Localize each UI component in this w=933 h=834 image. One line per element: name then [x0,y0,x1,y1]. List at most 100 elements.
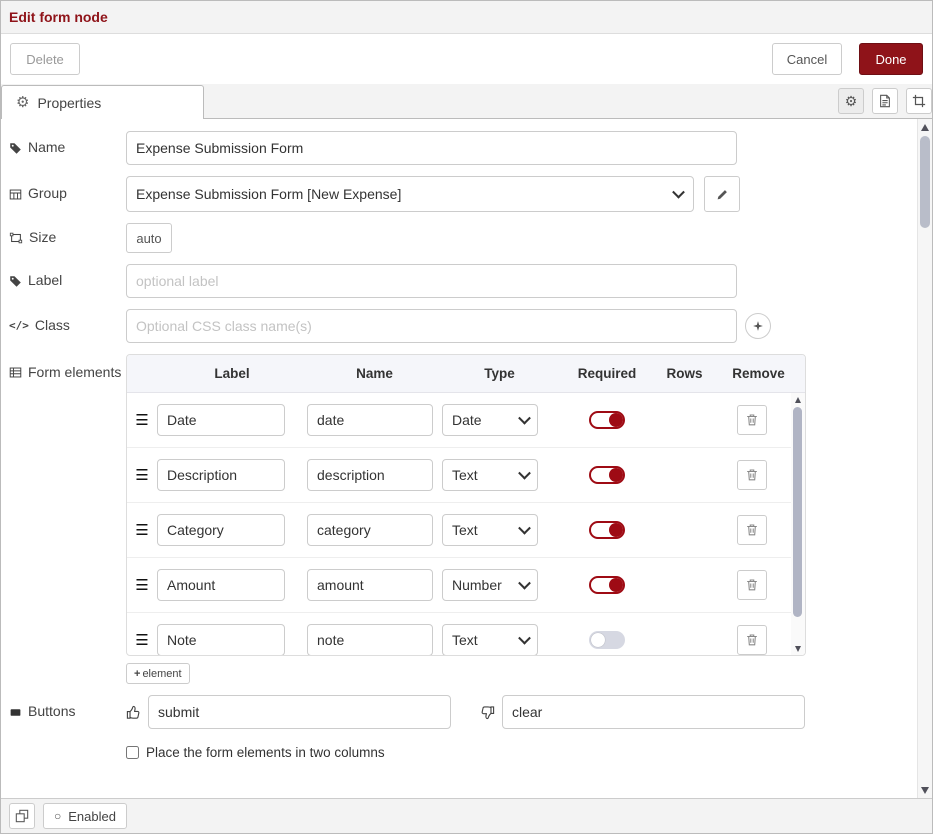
group-select[interactable]: Expense Submission Form [New Expense] [126,176,694,212]
arrow-up-icon [795,397,801,403]
drag-handle-icon[interactable]: ☰ [127,468,157,483]
tab-properties-label: Properties [37,95,101,111]
element-label-input[interactable] [157,624,285,655]
element-type-select[interactable]: Text [442,624,538,655]
node-appearance-button[interactable] [906,88,932,114]
clear-button-text-input[interactable] [502,695,805,729]
dialog-header: Edit form node [1,1,932,34]
arrow-down-icon [921,787,929,794]
tab-properties[interactable]: ⚙ Properties [1,85,204,119]
label-label-text: Label [28,272,62,290]
header-rows-col: Rows [657,366,712,381]
remove-element-button[interactable] [737,405,767,435]
field-row-label: Label [9,264,902,298]
group-edit-button[interactable] [704,176,740,212]
size-label: Size [9,229,126,247]
two-columns-checkbox-label[interactable]: Place the form elements in two columns [126,745,385,760]
element-name-input[interactable] [307,514,433,546]
trash-icon [745,633,759,647]
field-row-group: Group Expense Submission Form [New Expen… [9,176,902,212]
header-type-col: Type [442,366,557,381]
toolbar-right: Cancel Done [772,43,923,75]
table-rows-icon [9,366,22,379]
required-toggle[interactable] [589,521,625,539]
elements-scroll-up-button[interactable] [791,393,805,406]
drag-handle-icon[interactable]: ☰ [127,413,157,428]
done-button[interactable]: Done [859,43,923,75]
remove-element-button[interactable] [737,460,767,490]
thumbs-up-icon [126,705,141,720]
class-label: </> Class [9,317,126,335]
buttons-label: Buttons [9,703,126,721]
class-input[interactable] [126,309,737,343]
element-name-input[interactable] [307,459,433,491]
class-picker-button[interactable] [745,313,771,339]
required-toggle[interactable] [589,411,625,429]
label-input[interactable] [126,264,737,298]
remove-element-button[interactable] [737,625,767,655]
elements-scroll-down-button[interactable] [791,642,805,655]
element-label-input[interactable] [157,404,285,436]
size-button[interactable]: auto [126,223,172,253]
element-label-input[interactable] [157,459,285,491]
submit-button-text-input[interactable] [148,695,451,729]
element-label-input[interactable] [157,514,285,546]
add-element-button[interactable]: +element [126,663,190,684]
trash-icon [745,468,759,482]
element-type-select[interactable]: Number [442,569,538,601]
tab-bar: ⚙ Properties ⚙ [1,84,932,119]
tag-icon [9,275,22,288]
gear-icon: ⚙ [16,95,29,110]
scrollbar-thumb[interactable] [920,136,930,228]
element-name-input[interactable] [307,569,433,601]
code-icon: </> [9,319,29,333]
field-row-class: </> Class [9,309,902,343]
node-description-button[interactable] [872,88,898,114]
document-icon [878,94,892,108]
drag-handle-icon[interactable]: ☰ [127,523,157,538]
element-name-input[interactable] [307,624,433,655]
arrow-up-icon [921,124,929,131]
element-name-input[interactable] [307,404,433,436]
field-row-buttons: Buttons [9,695,902,729]
name-label-text: Name [28,139,65,157]
required-toggle[interactable] [589,576,625,594]
name-input[interactable] [126,131,737,165]
elements-scrollbar-thumb[interactable] [793,407,802,617]
trash-icon [745,413,759,427]
drag-handle-icon[interactable]: ☰ [127,578,157,593]
form-elements-table-body: ☰ Date [127,393,805,655]
element-type-select[interactable]: Text [442,459,538,491]
node-settings-button[interactable]: ⚙ [838,88,864,114]
class-label-text: Class [35,317,70,335]
required-toggle[interactable] [589,631,625,649]
scroll-up-button[interactable] [918,119,932,135]
dialog-body: Name Group Expense Submission Form [New … [1,119,932,798]
element-label-input[interactable] [157,569,285,601]
element-type-select[interactable]: Text [442,514,538,546]
two-columns-checkbox[interactable] [126,746,139,759]
cancel-button[interactable]: Cancel [772,43,842,75]
remove-element-button[interactable] [737,515,767,545]
trash-icon [745,578,759,592]
element-type-select[interactable]: Date [442,404,538,436]
form-element-row: ☰ Number [127,558,805,613]
arrow-down-icon [795,646,801,652]
enabled-toggle-button[interactable]: ○ Enabled [43,803,127,829]
form-element-row: ☰ Text [127,613,805,655]
remove-element-button[interactable] [737,570,767,600]
plus-icon: + [134,668,140,680]
group-select-wrap: Expense Submission Form [New Expense] [126,176,694,212]
buttons-label-text: Buttons [28,703,75,721]
scroll-down-button[interactable] [918,782,932,798]
vertical-scrollbar[interactable] [917,119,932,798]
elements-scrollbar[interactable] [791,393,805,655]
trash-icon [745,523,759,537]
delete-button[interactable]: Delete [10,43,80,75]
drag-handle-icon[interactable]: ☰ [127,633,157,648]
status-circle-icon: ○ [54,810,61,822]
node-info-button[interactable] [9,803,35,829]
header-name-col: Name [307,366,442,381]
required-toggle[interactable] [589,466,625,484]
object-group-icon [9,231,23,245]
